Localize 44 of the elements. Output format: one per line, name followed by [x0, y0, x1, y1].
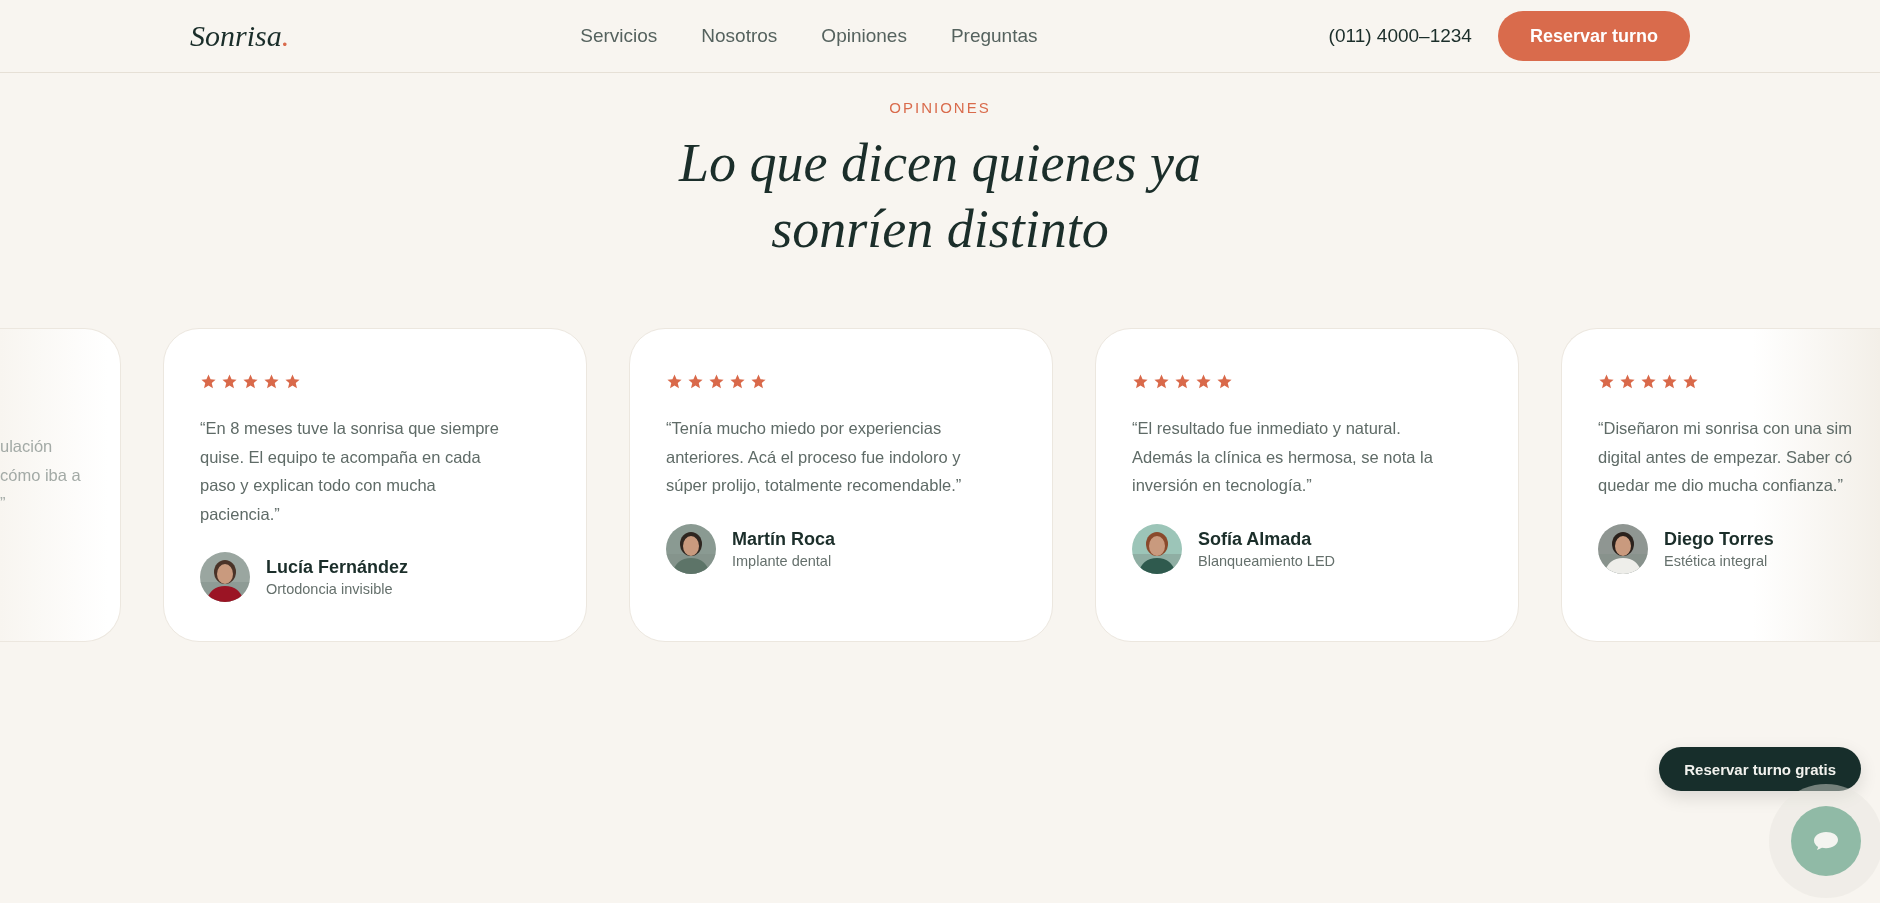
- star-icon: [1619, 373, 1636, 390]
- section-eyebrow: OPINIONES: [889, 99, 991, 116]
- testimonial-quote: “Diseñaron mi sonrisa con una sim digital antes de empezar. Saber có quedar me dio mucha confianza.”: [1598, 418, 1853, 496]
- testimonial-quote: “En 8 meses tuve la sonrisa que siempre quise. El equipo te acompaña en cada paso y explican todo con mucha paciencia.”: [200, 418, 499, 525]
- logo[interactable]: Sonrisa.: [190, 19, 290, 53]
- nav-link[interactable]: Nosotros: [701, 25, 778, 47]
- phone-number: (011) 4000–1234: [1328, 25, 1472, 47]
- star-icon: [687, 373, 704, 390]
- star-icon: [708, 373, 725, 390]
- section-title: Lo que dicen quienes ya sonríen distinto: [679, 132, 1201, 261]
- treatment-label: Ortodoncia invisible: [266, 581, 394, 597]
- book-appointment-button[interactable]: Reservar turno: [1497, 11, 1690, 61]
- treatment-label: Implante dental: [732, 552, 833, 569]
- star-icon: [221, 373, 238, 390]
- star-icon: [1682, 373, 1699, 390]
- star-icon: [1174, 373, 1191, 390]
- star-icon: [1661, 373, 1678, 390]
- star-icon: [263, 373, 280, 390]
- testimonial-quote: ulación cómo iba a ”: [0, 436, 81, 514]
- testimonial-quote: “Tenía mucho miedo por experiencias anteriores. Acá el proceso fue indoloro y súper prolijo, totalmente recomendable.”: [666, 418, 962, 496]
- star-icon: [750, 373, 767, 390]
- author-name: Diego Torres: [1664, 528, 1774, 550]
- author-name: Martín Roca: [732, 528, 836, 550]
- floating-booking-button[interactable]: Reservar turno gratis: [1659, 747, 1861, 791]
- star-icon: [1195, 373, 1212, 390]
- nav-link[interactable]: Opiniones: [821, 25, 907, 47]
- star-icon: [1598, 373, 1615, 390]
- star-icon: [729, 373, 746, 390]
- nav-link[interactable]: Servicios: [580, 25, 658, 47]
- treatment-label: Estética integral: [1664, 552, 1769, 569]
- star-icon: [242, 373, 259, 390]
- star-icon: [666, 373, 683, 390]
- star-icon: [1132, 373, 1149, 390]
- star-icon: [1216, 373, 1233, 390]
- chat-bubble-icon: [1813, 831, 1839, 851]
- treatment-label: Blanqueamiento LED: [1198, 552, 1336, 569]
- author-name: Sofía Almada: [1198, 528, 1313, 550]
- star-icon: [284, 373, 301, 390]
- star-icon: [1640, 373, 1657, 390]
- testimonial-quote: “El resultado fue inmediato y natural. Además la clínica es hermosa, se nota la inversión en tecnología.”: [1132, 418, 1433, 496]
- author-name: Lucía Fernández: [266, 557, 409, 578]
- nav-link[interactable]: Preguntas: [950, 25, 1038, 47]
- star-icon: [200, 373, 217, 390]
- star-icon: [1153, 373, 1170, 390]
